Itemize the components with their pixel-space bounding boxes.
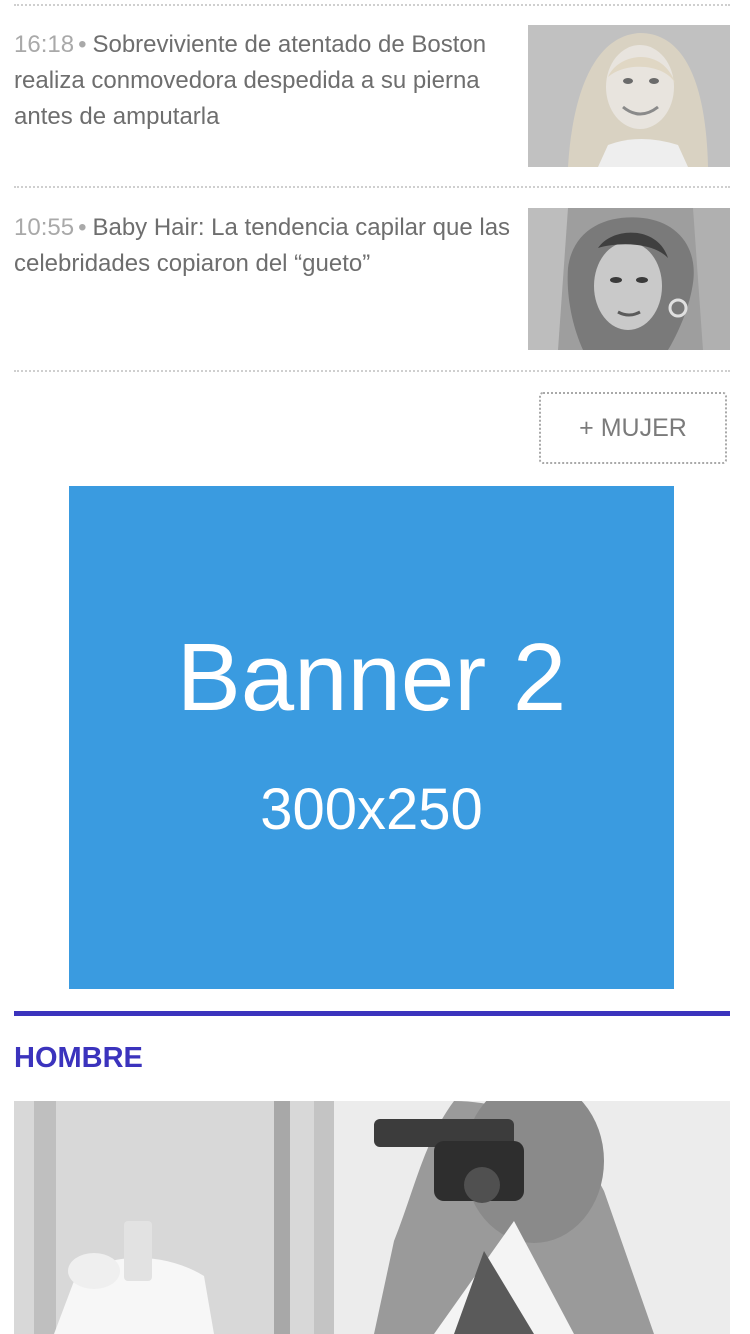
news-time: 10:55: [14, 214, 75, 241]
woman-portrait-image: [528, 25, 730, 167]
news-bullet: •: [78, 31, 87, 58]
news-bullet: •: [78, 214, 87, 241]
news-item[interactable]: 16:18 • Sobreviviente de atentado de Bosto…: [14, 25, 730, 167]
divider: [14, 370, 730, 372]
doctor-lab-image: [14, 1101, 730, 1334]
news-time: 16:18: [14, 31, 75, 58]
section-title[interactable]: HOMBRE: [14, 1038, 143, 1078]
banner-size: 300x250: [260, 777, 483, 842]
news-headline[interactable]: Baby Hair: La tendencia capilar que las …: [14, 214, 510, 277]
news-thumbnail[interactable]: [528, 25, 730, 167]
more-mujer-button[interactable]: + MUJER: [539, 392, 727, 464]
woman-portrait-image: [528, 208, 730, 350]
news-text[interactable]: 10:55 • Baby Hair: La tendencia capilar qu…: [14, 210, 514, 282]
banner-title: Banner 2: [176, 624, 567, 731]
news-text[interactable]: 16:18 • Sobreviviente de atentado de Bosto…: [14, 27, 514, 135]
ad-banner[interactable]: Banner 2 300x250: [69, 486, 674, 989]
section-rule: [14, 1011, 730, 1016]
news-item[interactable]: 10:55 • Baby Hair: La tendencia capilar qu…: [14, 208, 730, 350]
top-divider: [14, 4, 730, 6]
news-thumbnail[interactable]: [528, 208, 730, 350]
hero-image[interactable]: [14, 1101, 730, 1334]
divider: [14, 186, 730, 188]
